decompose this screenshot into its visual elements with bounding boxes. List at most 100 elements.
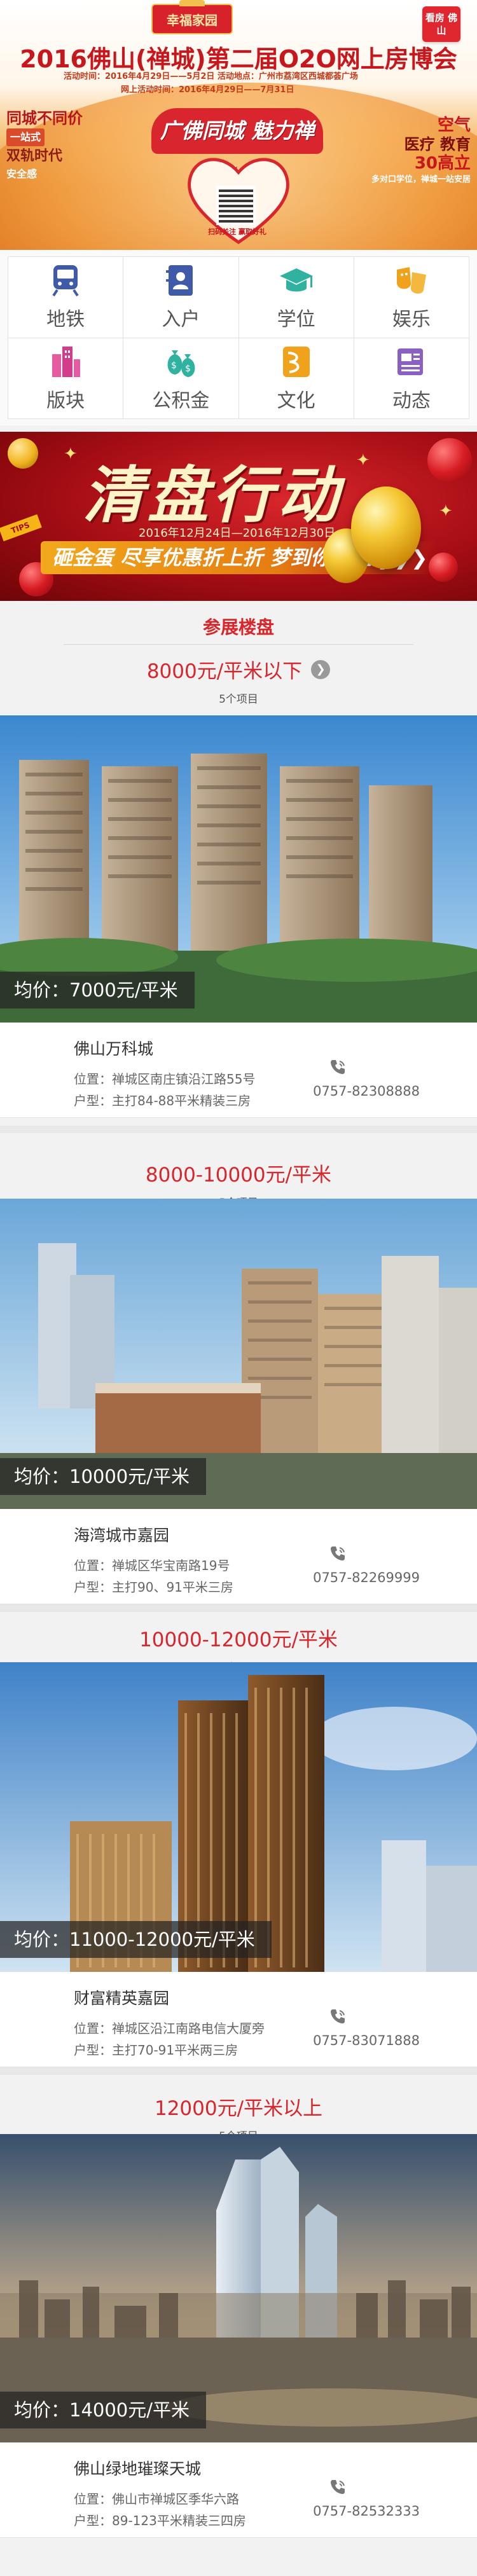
star-icon: ✦ bbox=[356, 451, 370, 470]
project-card[interactable]: 均价：11000-12000元/平米 财富精英嘉园 位置：禅城区沿江南路电信大厦… bbox=[0, 1662, 477, 2067]
price-range: 12000元/平米以上 bbox=[154, 2097, 323, 2120]
phone-icon[interactable] bbox=[329, 2478, 347, 2496]
section-title: 参展楼盘 bbox=[190, 614, 287, 639]
household-icon bbox=[163, 263, 198, 298]
qr-code[interactable] bbox=[216, 186, 256, 225]
price-range: 10000-12000元/平米 bbox=[139, 1629, 338, 1651]
hero-banner[interactable]: 幸福家园 看房 佛山 2016佛山(禅城)第二届O2O网上房博会 活动时间：20… bbox=[0, 0, 477, 250]
project-phone[interactable]: 0757-82269999 bbox=[313, 1570, 420, 1585]
project-phone[interactable]: 0757-83071888 bbox=[313, 2033, 420, 2048]
project-count: 5个项目 bbox=[219, 693, 258, 706]
arrow-right-icon[interactable]: ❯ bbox=[311, 659, 331, 679]
category-grid: 地铁 入户 学位 娱乐 版块 $ $ 公积金 文化 动态 bbox=[0, 250, 477, 425]
category-label: 学位 bbox=[277, 308, 315, 331]
star-icon: ✦ bbox=[439, 502, 453, 521]
promo-date: 2016年12月24日—2016年12月30日 bbox=[139, 527, 336, 540]
decor-ornament bbox=[8, 438, 38, 469]
project-name[interactable]: 佛山绿地璀璨天城 bbox=[74, 2456, 477, 2479]
hero-left-slogan-1: 同城不同价 bbox=[6, 109, 83, 127]
price-range: 8000元/平米以下 bbox=[146, 660, 303, 683]
category-label: 入户 bbox=[162, 308, 200, 331]
category-entertainment[interactable]: 娱乐 bbox=[354, 257, 469, 338]
promo-banner[interactable]: ✦ ✦ ✦ TIPS 清盘行动 2016年12月24日—2016年12月30日 … bbox=[0, 432, 477, 601]
hero-logo: 看房 佛山 bbox=[422, 6, 460, 42]
hero-left-slogan-2: 一站式 bbox=[6, 128, 45, 146]
svg-text:$: $ bbox=[171, 361, 177, 371]
project-photo[interactable]: 均价：10000元/平米 bbox=[0, 1199, 477, 1509]
decor-ornament bbox=[427, 438, 472, 483]
category-household[interactable]: 入户 bbox=[123, 257, 239, 338]
golden-egg-icon bbox=[351, 486, 421, 569]
metro-icon bbox=[48, 263, 83, 298]
phone-icon[interactable] bbox=[329, 1545, 347, 1562]
category-label: 地铁 bbox=[46, 308, 85, 331]
hero-left-slogans: 同城不同价 一站式 双轨时代 安全感 bbox=[6, 109, 114, 183]
hero-left-slogan-3: 双轨时代 bbox=[6, 148, 63, 164]
category-fund[interactable]: $ $ 公积金 bbox=[123, 338, 239, 419]
category-label: 动态 bbox=[392, 389, 431, 412]
hero-info-line2: 网上活动时间：2016年4月29日——7月31日 bbox=[121, 85, 294, 95]
price-range: 8000-10000元/平米 bbox=[145, 1164, 332, 1187]
project-info: 财富精英嘉园 位置：禅城区沿江南路电信大厦旁 户型：主打70-91平米两三房 0… bbox=[0, 1972, 477, 2067]
project-name[interactable]: 财富精英嘉园 bbox=[74, 1986, 477, 2009]
promo-title: 清盘行动 bbox=[83, 459, 342, 531]
district-buildings-icon bbox=[48, 344, 83, 380]
project-phone[interactable]: 0757-82532333 bbox=[313, 2504, 420, 2519]
culture-icon bbox=[279, 344, 314, 380]
money-bag-icon: $ $ bbox=[163, 344, 198, 380]
category-district[interactable]: 版块 bbox=[8, 338, 124, 419]
category-label: 娱乐 bbox=[392, 308, 431, 331]
category-label: 文化 bbox=[277, 389, 315, 412]
project-info: 海湾城市嘉园 位置：禅城区华宝南路19号 户型：主打90、91平米三房 0757… bbox=[0, 1509, 477, 1604]
star-icon: ✦ bbox=[64, 444, 78, 464]
project-name[interactable]: 佛山万科城 bbox=[74, 1037, 477, 1059]
hero-right-slogan-3: 30高立 bbox=[414, 154, 471, 173]
project-card[interactable]: 均价：14000元/平米 佛山绿地璀璨天城 位置：佛山市禅城区季华六路 户型：8… bbox=[0, 2134, 477, 2538]
project-info: 佛山万科城 位置：禅城区南庄镇沿江路55号 户型：主打84-88平米精装三房 0… bbox=[0, 1023, 477, 1118]
average-price: 均价：11000-12000元/平米 bbox=[0, 1921, 272, 1958]
project-phone[interactable]: 0757-82308888 bbox=[313, 1084, 420, 1099]
category-label: 版块 bbox=[46, 389, 85, 412]
price-group-header[interactable]: 8000元/平米以下 ❯ 5个项目 bbox=[0, 655, 477, 706]
average-price: 均价：14000元/平米 bbox=[0, 2392, 207, 2428]
project-card[interactable]: 均价：10000元/平米 海湾城市嘉园 位置：禅城区华宝南路19号 户型：主打9… bbox=[0, 1199, 477, 1604]
category-news[interactable]: 动态 bbox=[354, 338, 469, 419]
hero-right-slogan-4: 多对口学位，禅城一站安居 bbox=[371, 175, 471, 184]
graduation-cap-icon bbox=[279, 263, 314, 298]
hero-badge: 幸福家园 bbox=[151, 0, 233, 34]
hero-right-slogans: 空气 医疗 教育 30高立 多对口学位，禅城一站安居 bbox=[369, 116, 471, 187]
phone-icon[interactable] bbox=[329, 1058, 347, 1076]
hero-title: 2016佛山(禅城)第二届O2O网上房博会 bbox=[20, 45, 457, 73]
category-culture[interactable]: 文化 bbox=[238, 338, 354, 419]
average-price: 均价：7000元/平米 bbox=[0, 972, 195, 1009]
category-school[interactable]: 学位 bbox=[238, 257, 354, 338]
section-divider bbox=[64, 644, 413, 645]
project-photo[interactable]: 均价：11000-12000元/平米 bbox=[0, 1662, 477, 1972]
average-price: 均价：10000元/平米 bbox=[0, 1458, 207, 1495]
section-separator bbox=[0, 1126, 477, 1133]
hero-right-slogan-1: 空气 bbox=[437, 116, 471, 135]
hero-info-line1: 活动时间：2016年4月29日——5月2日 活动地点：广州市荔湾区西城都荟广场 bbox=[64, 72, 358, 81]
promo-tag: TIPS bbox=[0, 514, 42, 542]
category-label: 公积金 bbox=[152, 389, 210, 412]
hero-ribbon: 广佛同城 魅力禅城 bbox=[151, 108, 323, 189]
section-header: 参展楼盘 bbox=[0, 614, 477, 645]
category-metro[interactable]: 地铁 bbox=[8, 257, 124, 338]
phone-icon[interactable] bbox=[329, 2008, 347, 2025]
project-photo[interactable]: 均价：7000元/平米 bbox=[0, 715, 477, 1023]
section-separator bbox=[0, 1604, 477, 1612]
project-card[interactable]: 均价：7000元/平米 佛山万科城 位置：禅城区南庄镇沿江路55号 户型：主打8… bbox=[0, 715, 477, 1118]
entertainment-icon bbox=[394, 263, 429, 298]
hero-info: 活动时间：2016年4月29日——5月2日 活动地点：广州市荔湾区西城都荟广场 … bbox=[64, 70, 358, 97]
section-separator bbox=[0, 2067, 477, 2075]
svg-text:$: $ bbox=[185, 364, 191, 374]
hero-heart: 扫码关注 赢取好礼 bbox=[184, 150, 293, 245]
hero-right-slogan-2: 医疗 教育 bbox=[404, 135, 471, 153]
qr-caption: 扫码关注 赢取好礼 bbox=[208, 228, 266, 236]
news-icon bbox=[394, 344, 429, 380]
project-info: 佛山绿地璀璨天城 位置：佛山市禅城区季华六路 户型：89-123平米精装三四房 … bbox=[0, 2442, 477, 2538]
category-cells: 地铁 入户 学位 娱乐 版块 $ $ 公积金 文化 动态 bbox=[8, 256, 469, 419]
page: 幸福家园 看房 佛山 2016佛山(禅城)第二届O2O网上房博会 活动时间：20… bbox=[0, 0, 477, 2576]
project-name[interactable]: 海湾城市嘉园 bbox=[74, 1523, 477, 1546]
project-photo[interactable]: 均价：14000元/平米 bbox=[0, 2134, 477, 2442]
